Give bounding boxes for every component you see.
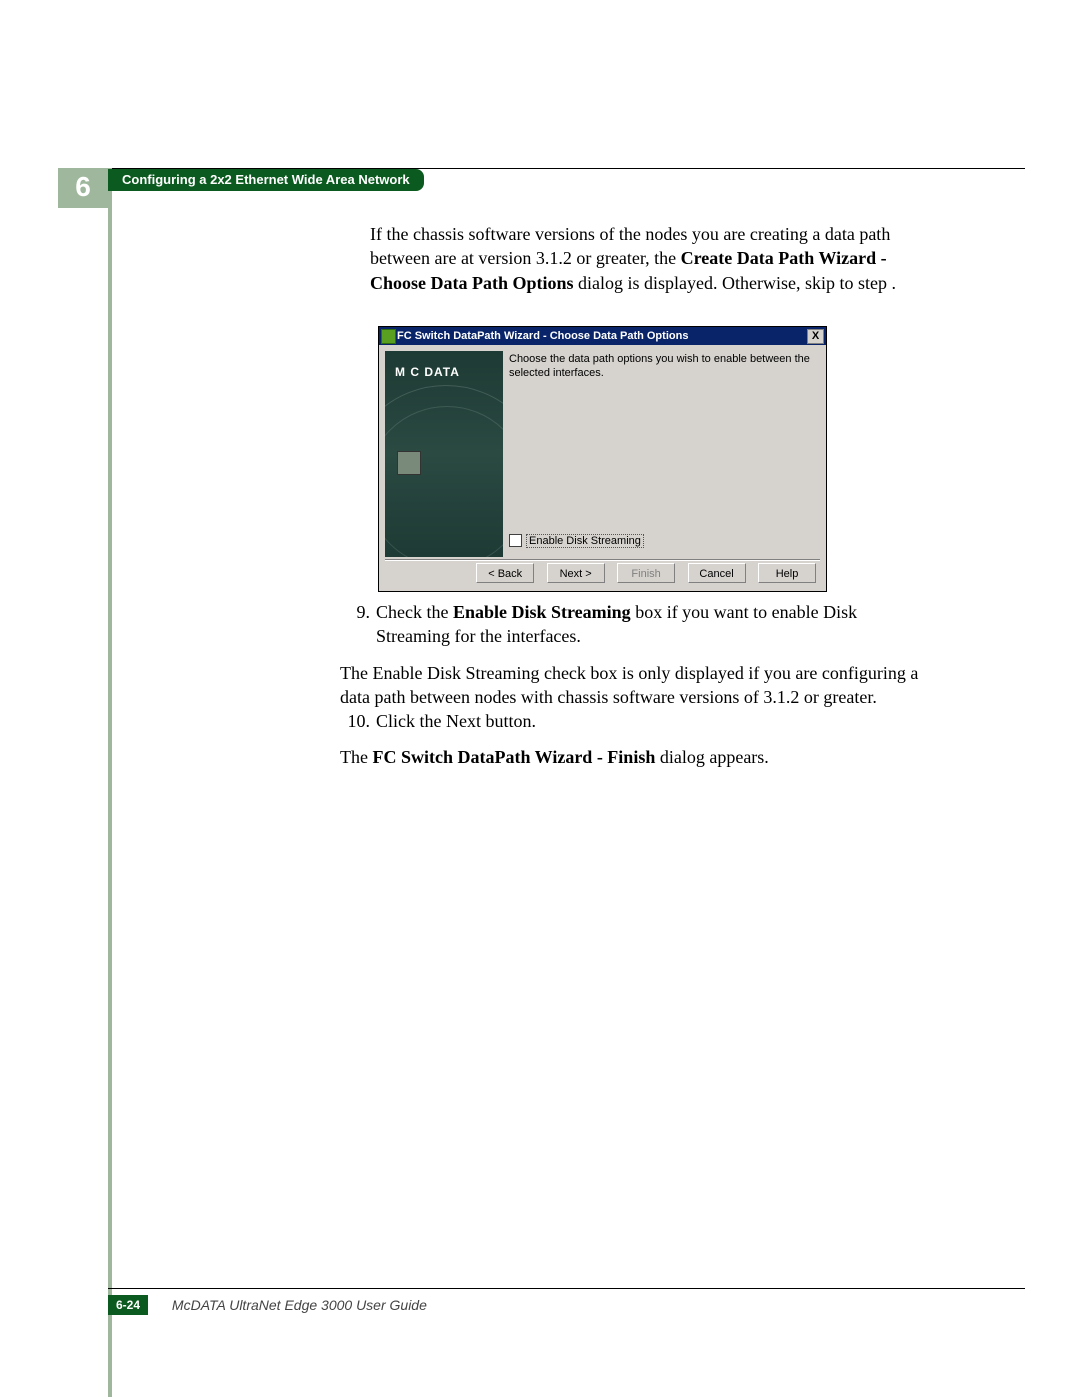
step-text: Click the Next button. xyxy=(376,709,925,733)
left-band xyxy=(108,168,112,1397)
page-number: 6-24 xyxy=(108,1295,148,1315)
cancel-button[interactable]: Cancel xyxy=(688,563,746,583)
finish-button: Finish xyxy=(617,563,675,583)
app-icon xyxy=(381,329,396,344)
close-icon[interactable]: X xyxy=(807,329,824,344)
header-bar: Configuring a 2x2 Ethernet Wide Area Net… xyxy=(108,169,424,191)
step-9: 9. Check the Enable Disk Streaming box i… xyxy=(340,600,925,649)
enable-disk-streaming-checkbox[interactable]: Enable Disk Streaming xyxy=(509,534,644,547)
dialog-instruction: Choose the data path options you wish to… xyxy=(509,353,816,381)
decorative-circles-icon xyxy=(385,385,503,557)
help-button[interactable]: Help xyxy=(758,563,816,583)
dialog-sidebar: M C DATA xyxy=(385,351,503,557)
dialog-titlebar: FC Switch DataPath Wizard - Choose Data … xyxy=(379,327,826,345)
dialog-title: FC Switch DataPath Wizard - Choose Data … xyxy=(397,330,688,342)
dialog-buttons: < Back Next > Finish Cancel Help xyxy=(379,563,826,587)
dialog-separator xyxy=(385,559,820,561)
wizard-dialog: FC Switch DataPath Wizard - Choose Data … xyxy=(378,326,827,592)
step-list: 9. Check the Enable Disk Streaming box i… xyxy=(340,600,925,770)
intro-text-2: dialog is displayed. Otherwise, skip to … xyxy=(574,273,896,293)
checkbox-icon[interactable] xyxy=(509,534,522,547)
chapter-tab: 6 xyxy=(58,168,108,208)
next-button[interactable]: Next > xyxy=(547,563,605,583)
step-10: 10. Click the Next button. xyxy=(340,709,925,733)
step-10-note: The FC Switch DataPath Wizard - Finish d… xyxy=(340,745,925,769)
checkbox-label: Enable Disk Streaming xyxy=(526,534,644,548)
footer-title: McDATA UltraNet Edge 3000 User Guide xyxy=(172,1297,427,1313)
step-9-note: The Enable Disk Streaming check box is o… xyxy=(340,661,925,710)
back-button[interactable]: < Back xyxy=(476,563,534,583)
footer: 6-24 McDATA UltraNet Edge 3000 User Guid… xyxy=(108,1288,1025,1315)
step-number: 9. xyxy=(340,600,376,649)
dialog-content: Choose the data path options you wish to… xyxy=(509,353,816,553)
page: 6 Configuring a 2x2 Ethernet Wide Area N… xyxy=(0,0,1080,1397)
intro-paragraph: If the chassis software versions of the … xyxy=(370,222,925,301)
dialog-body: M C DATA Choose the data path options yo… xyxy=(385,351,820,557)
step-text: Check the Enable Disk Streaming box if y… xyxy=(376,600,925,649)
step-number: 10. xyxy=(340,709,376,733)
mcdata-logo: M C DATA xyxy=(385,351,503,379)
